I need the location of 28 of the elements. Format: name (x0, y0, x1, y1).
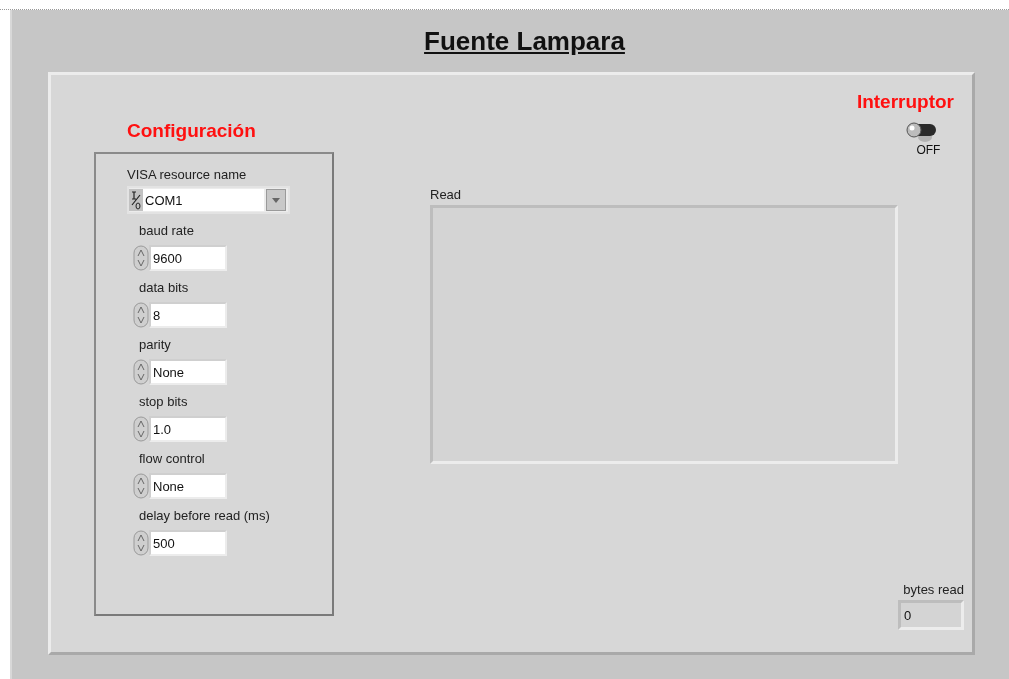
indicator-label: Read (430, 187, 463, 202)
increment-decrement-button[interactable] (133, 359, 149, 385)
increment-decrement-button[interactable] (133, 530, 149, 556)
control-label: data bits (139, 280, 190, 295)
numeric-field[interactable]: 1.0 (149, 416, 227, 442)
indicator-label: bytes read (903, 582, 964, 597)
increment-decrement-button[interactable] (133, 302, 149, 328)
switch-label: Interruptor (856, 91, 954, 113)
control-label: flow control (139, 451, 206, 466)
control-label: parity (139, 337, 172, 352)
numeric-field[interactable]: 8 (149, 302, 227, 328)
control-label: delay before read (ms) (139, 508, 271, 523)
io-icon (129, 189, 143, 211)
resource-dropdown[interactable]: COM1 (127, 186, 290, 214)
numeric-field[interactable]: 9600 (149, 245, 227, 271)
numeric-field[interactable]: None (149, 473, 227, 499)
control-label: baud rate (139, 223, 195, 238)
increment-decrement-button[interactable] (133, 245, 149, 271)
numeric-field[interactable]: 500 (149, 530, 227, 556)
control-label: stop bits (139, 394, 189, 409)
control-label: VISA resource name (127, 167, 248, 182)
panel-title: Fuente Lampara (424, 25, 625, 57)
switch-state-text: OFF (916, 143, 941, 157)
increment-decrement-button[interactable] (133, 416, 149, 442)
numeric-indicator: 0 (898, 600, 964, 630)
increment-decrement-button[interactable] (133, 473, 149, 499)
section-label: Configuración (127, 120, 257, 142)
numeric-field[interactable]: None (149, 359, 227, 385)
